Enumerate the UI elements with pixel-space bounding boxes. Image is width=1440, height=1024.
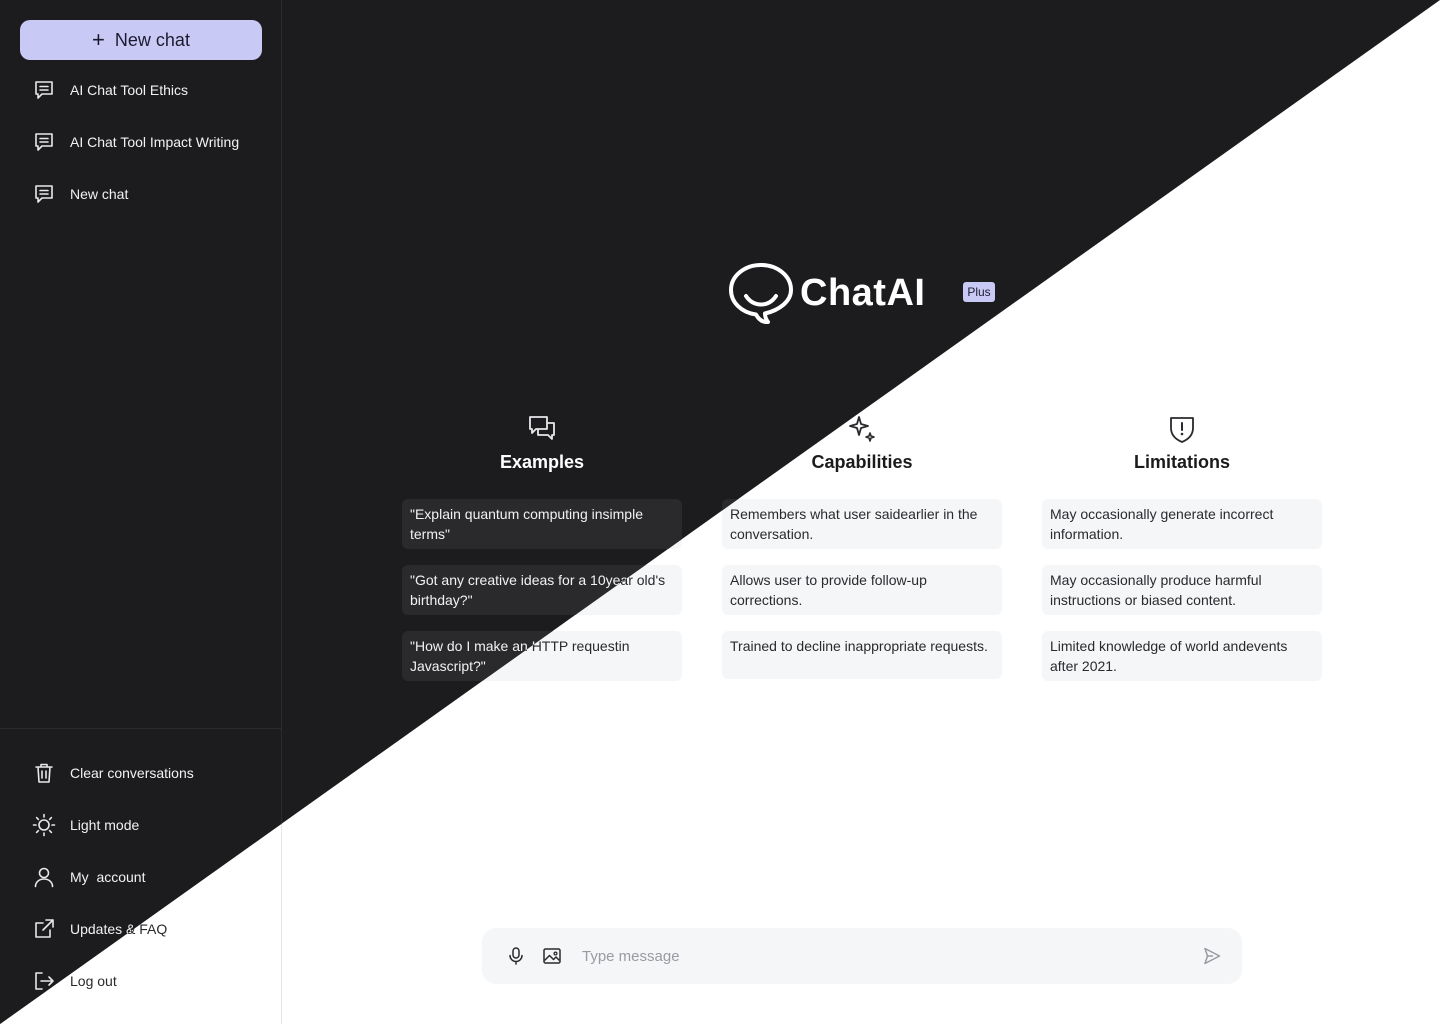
chat-message-icon — [35, 81, 53, 99]
chat-message-icon — [35, 133, 53, 151]
plus-icon: + — [92, 27, 105, 52]
clear-conversations-button[interactable]: Clear conversations — [0, 747, 282, 799]
history-item-label: New chat — [70, 186, 129, 202]
brand-name: ChatAI — [800, 271, 926, 314]
log-out-label: Log out — [70, 973, 117, 989]
chat-history: AI Chat Tool Ethics AI Chat Tool Impact … — [0, 64, 282, 220]
clear-conversations-label: Clear conversations — [70, 765, 194, 781]
capability-item: Allows user to provide follow-up correct… — [722, 565, 1002, 615]
send-icon — [1204, 947, 1221, 965]
chat-bubbles-icon — [529, 416, 555, 440]
examples-title: Examples — [499, 452, 585, 472]
send-button[interactable] — [1202, 946, 1222, 966]
capability-item: Remembers what user saidearlier in the c… — [722, 499, 1002, 549]
history-item-label: AI Chat Tool Ethics — [70, 82, 189, 98]
capability-item: Trained to decline inappropriate request… — [722, 631, 1002, 679]
chat-bubble-logo-icon — [729, 263, 793, 324]
plus-badge: Plus — [963, 282, 995, 302]
brand-logo: ChatAI — [728, 262, 925, 324]
image-icon[interactable] — [542, 946, 562, 966]
history-item[interactable]: New chat — [0, 168, 282, 220]
limitation-item: Limited knowledge of world andevents aft… — [1042, 631, 1322, 681]
user-icon — [34, 867, 54, 888]
limitation-item: May occasionally produce harmful instruc… — [1042, 565, 1322, 615]
history-item-label: AI Chat Tool Impact Writing — [70, 134, 240, 150]
message-composer — [482, 928, 1242, 984]
example-prompt[interactable]: "Explain quantum computing insimple term… — [402, 499, 682, 549]
history-item[interactable]: AI Chat Tool Ethics — [0, 64, 282, 116]
capabilities-title: Capabilities — [811, 452, 913, 472]
history-item[interactable]: AI Chat Tool Impact Writing — [0, 116, 282, 168]
limitations-column: Limitations May occasionally generate in… — [1042, 414, 1322, 697]
external-link-icon — [35, 919, 54, 938]
message-input[interactable] — [582, 947, 1202, 965]
limitation-item: May occasionally generate incorrect info… — [1042, 499, 1322, 549]
chat-message-icon — [35, 185, 53, 203]
sparkles-icon — [849, 416, 875, 442]
microphone-icon[interactable] — [506, 946, 526, 966]
limitations-title: Limitations — [1133, 452, 1230, 472]
sun-icon — [32, 813, 56, 837]
new-chat-label: New chat — [114, 29, 190, 50]
my-account-label: My account — [70, 869, 146, 885]
shield-alert-icon — [1170, 417, 1194, 443]
light-mode-label: Light mode — [70, 817, 140, 833]
trash-icon — [35, 763, 53, 783]
new-chat-button[interactable]: + New chat — [20, 20, 262, 60]
light-mode-toggle[interactable]: Light mode — [0, 799, 282, 851]
